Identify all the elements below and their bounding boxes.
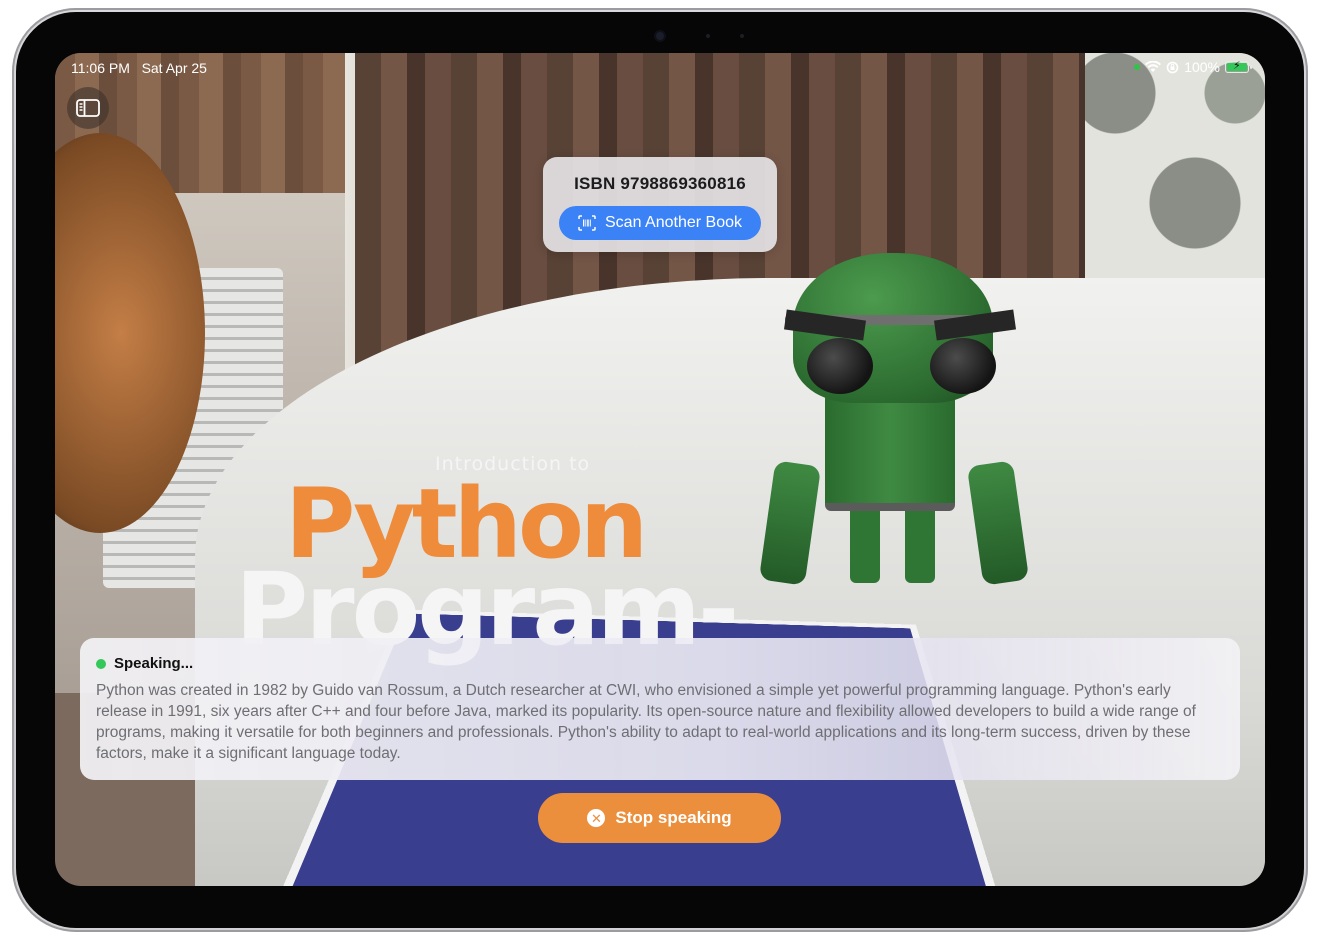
sensor [740, 34, 744, 38]
speech-transcript-text: Python was created in 1982 by Guido van … [96, 682, 1196, 762]
ar-robot-character[interactable] [755, 243, 1035, 603]
barcode-viewfinder-icon [578, 215, 596, 231]
robot-eye-left [807, 338, 873, 394]
robot-body [825, 393, 955, 511]
robot-arm-right [966, 460, 1030, 586]
wifi-icon [1145, 61, 1162, 72]
speech-transcript-panel: Speaking... Python was created in 1982 b… [80, 638, 1240, 780]
robot-arm-left [758, 460, 822, 586]
speaking-status-label: Speaking... [114, 655, 194, 672]
robot-eye-right [930, 338, 996, 394]
status-date: Sat Apr 25 [141, 60, 207, 76]
status-bar-clock: 11:06 PM Sat Apr 25 [71, 60, 207, 76]
scan-another-book-label: Scan Another Book [605, 214, 742, 231]
speaking-indicator-dot [96, 658, 106, 669]
robot-leg-left [850, 503, 880, 583]
robot-leg-right [905, 503, 935, 583]
isbn-card: ISBN 9798869360816 Scan Another Book [543, 157, 777, 252]
close-circle-icon: ✕ [587, 809, 606, 827]
scan-another-book-button[interactable]: Scan Another Book [559, 206, 761, 240]
sidebar-icon [76, 99, 100, 117]
sidebar-toggle-button[interactable] [67, 87, 109, 129]
speaking-status: Speaking... [96, 655, 193, 672]
status-bar-indicators: 100% ⚡ [1134, 59, 1252, 75]
isbn-label: ISBN 9798869360816 [574, 174, 746, 193]
front-camera [656, 32, 664, 40]
stop-speaking-button[interactable]: ✕ Stop speaking [538, 793, 781, 843]
status-time: 11:06 PM [71, 60, 130, 76]
battery-percentage: 100% [1184, 59, 1220, 75]
battery-charging-icon: ⚡ [1225, 60, 1252, 73]
stop-speaking-label: Stop speaking [615, 808, 732, 827]
sensor [706, 34, 710, 38]
ar-camera-view[interactable]: Introduction to Python Program- 11:06 PM… [55, 53, 1265, 886]
orientation-lock-icon [1166, 61, 1179, 73]
camera-in-use-indicator [1134, 64, 1141, 70]
scene-pillow [1085, 53, 1265, 303]
